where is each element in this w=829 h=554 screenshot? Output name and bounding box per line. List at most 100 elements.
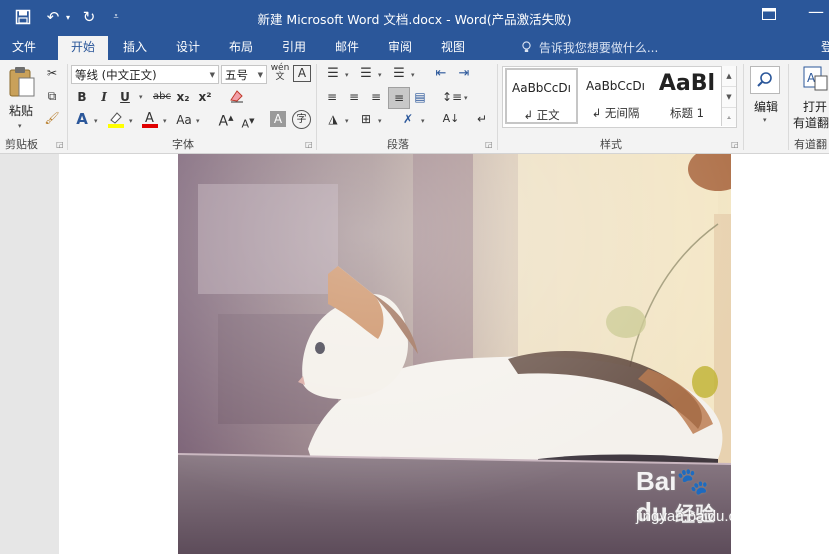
strikethrough-button[interactable]: abc (151, 89, 173, 105)
line-spacing-icon[interactable]: ↕≡ (442, 89, 462, 105)
group-separator (788, 64, 789, 150)
style-no-spacing[interactable]: AaBbCcDı ↲ 无间隔 (579, 68, 652, 124)
numbering-icon[interactable]: ☰ (357, 66, 375, 82)
font-size-combo[interactable]: 五号 ▼ (221, 65, 267, 84)
chinese-layout-dropdown-icon[interactable]: ▾ (421, 117, 425, 125)
superscript-button[interactable]: x² (198, 89, 212, 105)
style-name: ↲ 正文 (523, 108, 560, 122)
clipboard-group-label: 剪贴板 (5, 138, 38, 151)
youdao-open-label: 打开 (803, 100, 828, 114)
tab-file[interactable]: 文件 (0, 36, 48, 60)
paste-button[interactable]: 粘贴 (4, 66, 38, 120)
inserted-photo[interactable]: Bai🐾du 经验 jingyan.baidu.com (178, 154, 731, 554)
tab-view[interactable]: 视图 (430, 36, 476, 60)
editing-label: 编辑 (753, 100, 778, 114)
shading-icon[interactable]: ◮ (324, 111, 342, 127)
highlight-dropdown-icon[interactable]: ▾ (129, 117, 133, 125)
font-color-dropdown-icon[interactable]: ▾ (163, 117, 167, 125)
group-separator (743, 64, 744, 150)
minimize-icon[interactable]: — (808, 2, 824, 21)
character-shading-icon[interactable]: A (270, 111, 286, 127)
numbering-dropdown-icon[interactable]: ▾ (378, 71, 382, 79)
chevron-down-icon: ▼ (257, 71, 263, 79)
style-sample: AaBl (658, 71, 716, 96)
gallery-up-icon[interactable]: ▲ (722, 66, 736, 87)
font-size-value: 五号 (225, 68, 248, 82)
enclose-characters-button[interactable]: 字 (292, 110, 311, 129)
justify-icon[interactable]: ≡ (388, 87, 410, 109)
paragraph-group-label: 段落 (387, 138, 409, 151)
gallery-down-icon[interactable]: ▼ (722, 87, 736, 108)
group-separator (316, 64, 317, 150)
youdao-name-label: 有道翻 (793, 116, 829, 130)
ribbon-display-options-icon[interactable] (762, 8, 776, 24)
borders-dropdown-icon[interactable]: ▾ (378, 117, 382, 125)
change-case-dropdown-icon[interactable]: ▾ (196, 117, 200, 125)
show-marks-icon[interactable]: ↵ (474, 111, 490, 127)
account-sign-in[interactable]: 登 (820, 36, 829, 60)
shading-dropdown-icon[interactable]: ▾ (345, 117, 349, 125)
style-heading-1[interactable]: AaBl 标题 1 (653, 68, 721, 124)
style-sample: AaBbCcDı (586, 79, 645, 93)
tell-me-box[interactable]: 告诉我您想要做什么... (522, 39, 658, 56)
clear-formatting-icon[interactable] (228, 88, 246, 108)
line-spacing-dropdown-icon[interactable]: ▾ (464, 94, 468, 102)
styles-launcher-icon[interactable]: ◲ (731, 140, 739, 149)
font-group-label: 字体 (172, 138, 194, 151)
grow-font-button[interactable]: A▲ (218, 110, 234, 130)
lightbulb-icon (522, 41, 535, 55)
editing-button[interactable]: 编辑 ▾ (749, 64, 783, 132)
text-effects-icon[interactable]: A (74, 111, 90, 127)
editing-dropdown-icon: ▾ (763, 116, 767, 124)
tab-review[interactable]: 审阅 (377, 36, 423, 60)
styles-group-label: 样式 (600, 138, 622, 151)
tab-layout[interactable]: 布局 (218, 36, 264, 60)
character-border-icon[interactable]: A (293, 65, 311, 82)
text-effects-dropdown-icon[interactable]: ▾ (94, 117, 98, 125)
font-color-icon[interactable]: A (141, 110, 159, 132)
font-launcher-icon[interactable]: ◲ (305, 140, 313, 149)
change-case-button[interactable]: Aa (174, 112, 194, 128)
multilevel-list-icon[interactable]: ☰ (390, 66, 408, 82)
increase-indent-icon[interactable]: ⇥ (455, 66, 473, 82)
sort-icon[interactable]: A↓ (442, 111, 460, 127)
shrink-font-button[interactable]: A▼ (240, 113, 256, 133)
borders-icon[interactable]: ⊞ (357, 111, 375, 127)
bullets-icon[interactable]: ☰ (324, 66, 342, 82)
tab-insert[interactable]: 插入 (112, 36, 158, 60)
distributed-icon[interactable]: ▤ (412, 89, 428, 105)
baidu-watermark-url: jingyan.baidu.com (636, 508, 731, 525)
subscript-button[interactable]: x₂ (176, 89, 190, 105)
clipboard-launcher-icon[interactable]: ◲ (56, 140, 64, 149)
highlight-color-icon[interactable] (107, 110, 125, 132)
font-name-value: 等线 (中文正文) (75, 68, 157, 82)
cut-icon[interactable]: ✂ (44, 65, 60, 81)
font-name-combo[interactable]: 等线 (中文正文) ▼ (71, 65, 219, 84)
format-painter-icon[interactable]: 🖌 (44, 110, 60, 126)
youdao-open-button[interactable]: A 打开 有道翻 (793, 66, 829, 130)
bold-button[interactable]: B (75, 89, 89, 105)
style-normal[interactable]: AaBbCcDı ↲ 正文 (505, 68, 578, 124)
tab-design[interactable]: 设计 (165, 36, 211, 60)
paragraph-launcher-icon[interactable]: ◲ (485, 140, 493, 149)
paste-dropdown-icon[interactable]: ▾ (18, 122, 22, 130)
align-center-icon[interactable]: ≡ (346, 89, 362, 105)
styles-gallery-scroll: ▲ ▼ ⩡ (721, 66, 736, 126)
youdao-group-label: 有道翻 (794, 138, 827, 151)
chinese-layout-icon[interactable]: ✗ (398, 111, 418, 127)
multilevel-dropdown-icon[interactable]: ▾ (411, 71, 415, 79)
copy-icon[interactable]: ⧉ (44, 88, 60, 104)
phonetic-guide-icon[interactable]: wén 文 (270, 64, 290, 82)
tab-mailings[interactable]: 邮件 (324, 36, 370, 60)
align-right-icon[interactable]: ≡ (368, 89, 384, 105)
bullets-dropdown-icon[interactable]: ▾ (345, 71, 349, 79)
align-left-icon[interactable]: ≡ (324, 89, 340, 105)
decrease-indent-icon[interactable]: ⇤ (432, 66, 450, 82)
gallery-more-icon[interactable]: ⩡ (722, 108, 736, 128)
style-sample: AaBbCcDı (512, 81, 571, 95)
tab-home[interactable]: 开始 (58, 36, 108, 60)
tab-references[interactable]: 引用 (271, 36, 317, 60)
underline-button[interactable]: U (118, 89, 132, 105)
underline-dropdown-icon[interactable]: ▾ (139, 93, 143, 101)
italic-button[interactable]: I (97, 89, 111, 105)
